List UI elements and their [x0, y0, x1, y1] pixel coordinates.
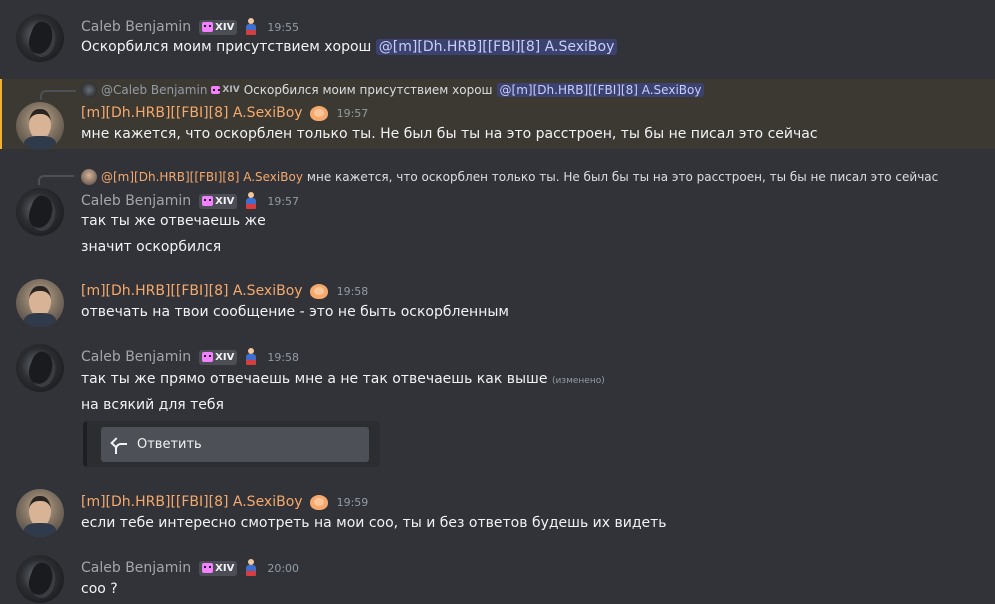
message-header: Caleb Benjamin XIV 19:58: [81, 348, 299, 366]
cat-face-icon: [211, 86, 221, 94]
avatar[interactable]: [16, 188, 64, 236]
timestamp[interactable]: 19:55: [267, 21, 299, 34]
superhero-icon: [245, 348, 257, 366]
message-content: Оскорбился моим присутствием хорош @[m][…: [81, 39, 618, 55]
cat-face-icon: [202, 22, 214, 32]
message-text: Оскорбился моим присутствием хорош: [81, 39, 372, 55]
avatar[interactable]: [16, 489, 64, 537]
username[interactable]: [m][Dh.HRB][[FBI][8] A.SexiBoy: [81, 283, 303, 299]
heart-icon: [309, 494, 328, 510]
server-tag[interactable]: XIV: [199, 560, 238, 576]
message-embed: Ответить: [83, 421, 380, 467]
avatar[interactable]: [16, 14, 64, 62]
message-header: [m][Dh.HRB][[FBI][8] A.SexiBoy 19:58: [81, 283, 368, 299]
message-text: отвечать на твои сообщение - это не быть…: [81, 304, 509, 320]
message-header: Caleb Benjamin XIV 19:55: [81, 18, 299, 36]
message-4: [m][Dh.HRB][[FBI][8] A.SexiBoy 19:58 отв…: [0, 272, 995, 334]
reply-avatar: [81, 169, 97, 185]
message-text: значит оскорбился: [81, 239, 222, 255]
user-mention[interactable]: @[m][Dh.HRB][[FBI][8] A.SexiBoy: [375, 39, 618, 55]
timestamp[interactable]: 19:58: [337, 285, 369, 298]
reply-server-tag: XIV: [211, 85, 240, 95]
reply-author[interactable]: @Caleb Benjamin: [101, 83, 207, 97]
reply-spine: [40, 90, 76, 100]
server-tag[interactable]: XIV: [199, 349, 238, 365]
reply-arrow-icon: [111, 438, 127, 452]
message-header: Caleb Benjamin XIV 19:57: [81, 192, 299, 210]
message-text: если тебе интересно смотреть на мои соо,…: [81, 515, 667, 531]
timestamp[interactable]: 19:57: [337, 107, 369, 120]
message-text: соо ?: [81, 581, 118, 597]
cat-face-icon: [202, 563, 214, 573]
superhero-icon: [245, 18, 257, 36]
username[interactable]: [m][Dh.HRB][[FBI][8] A.SexiBoy: [81, 494, 303, 510]
reply-author[interactable]: @[m][Dh.HRB][[FBI][8] A.SexiBoy: [101, 170, 303, 184]
username[interactable]: Caleb Benjamin: [81, 560, 191, 576]
cat-face-icon: [202, 196, 214, 206]
username[interactable]: Caleb Benjamin: [81, 19, 191, 35]
message-text: мне кажется, что оскорблен только ты. Не…: [81, 126, 818, 142]
message-header: [m][Dh.HRB][[FBI][8] A.SexiBoy 19:59: [81, 494, 368, 510]
message-header: [m][Dh.HRB][[FBI][8] A.SexiBoy 19:57: [81, 105, 368, 121]
message-header: Caleb Benjamin XIV 20:00: [81, 559, 299, 577]
cat-face-icon: [202, 352, 214, 362]
avatar[interactable]: [16, 102, 64, 150]
server-tag-label: XIV: [215, 351, 235, 363]
server-tag[interactable]: XIV: [199, 19, 238, 35]
message-content: так ты же прямо отвечаешь мне а не так о…: [81, 371, 605, 387]
message-text: на всякий для тебя: [81, 397, 224, 413]
server-tag[interactable]: XIV: [199, 193, 238, 209]
avatar[interactable]: [16, 555, 64, 603]
superhero-icon: [245, 559, 257, 577]
username[interactable]: Caleb Benjamin: [81, 193, 191, 209]
server-tag-label: XIV: [215, 21, 235, 33]
message-text: так ты же прямо отвечаешь мне а не так о…: [81, 371, 548, 387]
reply-text: мне кажется, что оскорблен только ты. Не…: [306, 170, 939, 184]
timestamp[interactable]: 19:59: [337, 496, 369, 509]
reply-button[interactable]: Ответить: [101, 427, 369, 462]
reply-mention[interactable]: @[m][Dh.HRB][[FBI][8] A.SexiBoy: [496, 83, 705, 97]
timestamp[interactable]: 19:57: [267, 195, 299, 208]
heart-icon: [309, 105, 328, 121]
server-tag-label: XIV: [215, 195, 235, 207]
reply-preview[interactable]: @Caleb Benjamin XIV Оскорбился моим прис…: [81, 82, 705, 98]
reply-text: Оскорбился моим присутствием хорош: [243, 83, 493, 97]
message-6: [m][Dh.HRB][[FBI][8] A.SexiBoy 19:59 есл…: [0, 482, 995, 546]
avatar[interactable]: [16, 344, 64, 392]
heart-icon: [309, 283, 328, 299]
message-text: так ты же отвечаешь же: [81, 213, 266, 229]
timestamp[interactable]: 20:00: [267, 562, 299, 575]
message-3: @[m][Dh.HRB][[FBI][8] A.SexiBoy мне каже…: [0, 166, 995, 266]
reply-avatar: [81, 82, 97, 98]
username[interactable]: Caleb Benjamin: [81, 349, 191, 365]
timestamp[interactable]: 19:58: [267, 351, 299, 364]
reply-preview[interactable]: @[m][Dh.HRB][[FBI][8] A.SexiBoy мне каже…: [81, 169, 938, 185]
reply-spine: [38, 175, 74, 185]
avatar[interactable]: [16, 279, 64, 327]
edited-label: (изменено): [551, 376, 605, 386]
reply-button-label: Ответить: [137, 437, 202, 452]
message-2: @Caleb Benjamin XIV Оскорбился моим прис…: [0, 79, 995, 150]
superhero-icon: [245, 192, 257, 210]
message-7: Caleb Benjamin XIV 20:00 соо ?: [0, 548, 995, 604]
username[interactable]: [m][Dh.HRB][[FBI][8] A.SexiBoy: [81, 105, 303, 121]
message-1: Caleb Benjamin XIV 19:55 Оскорбился моим…: [0, 0, 995, 78]
reply-server-tag-label: XIV: [222, 85, 240, 95]
server-tag-label: XIV: [215, 562, 235, 574]
